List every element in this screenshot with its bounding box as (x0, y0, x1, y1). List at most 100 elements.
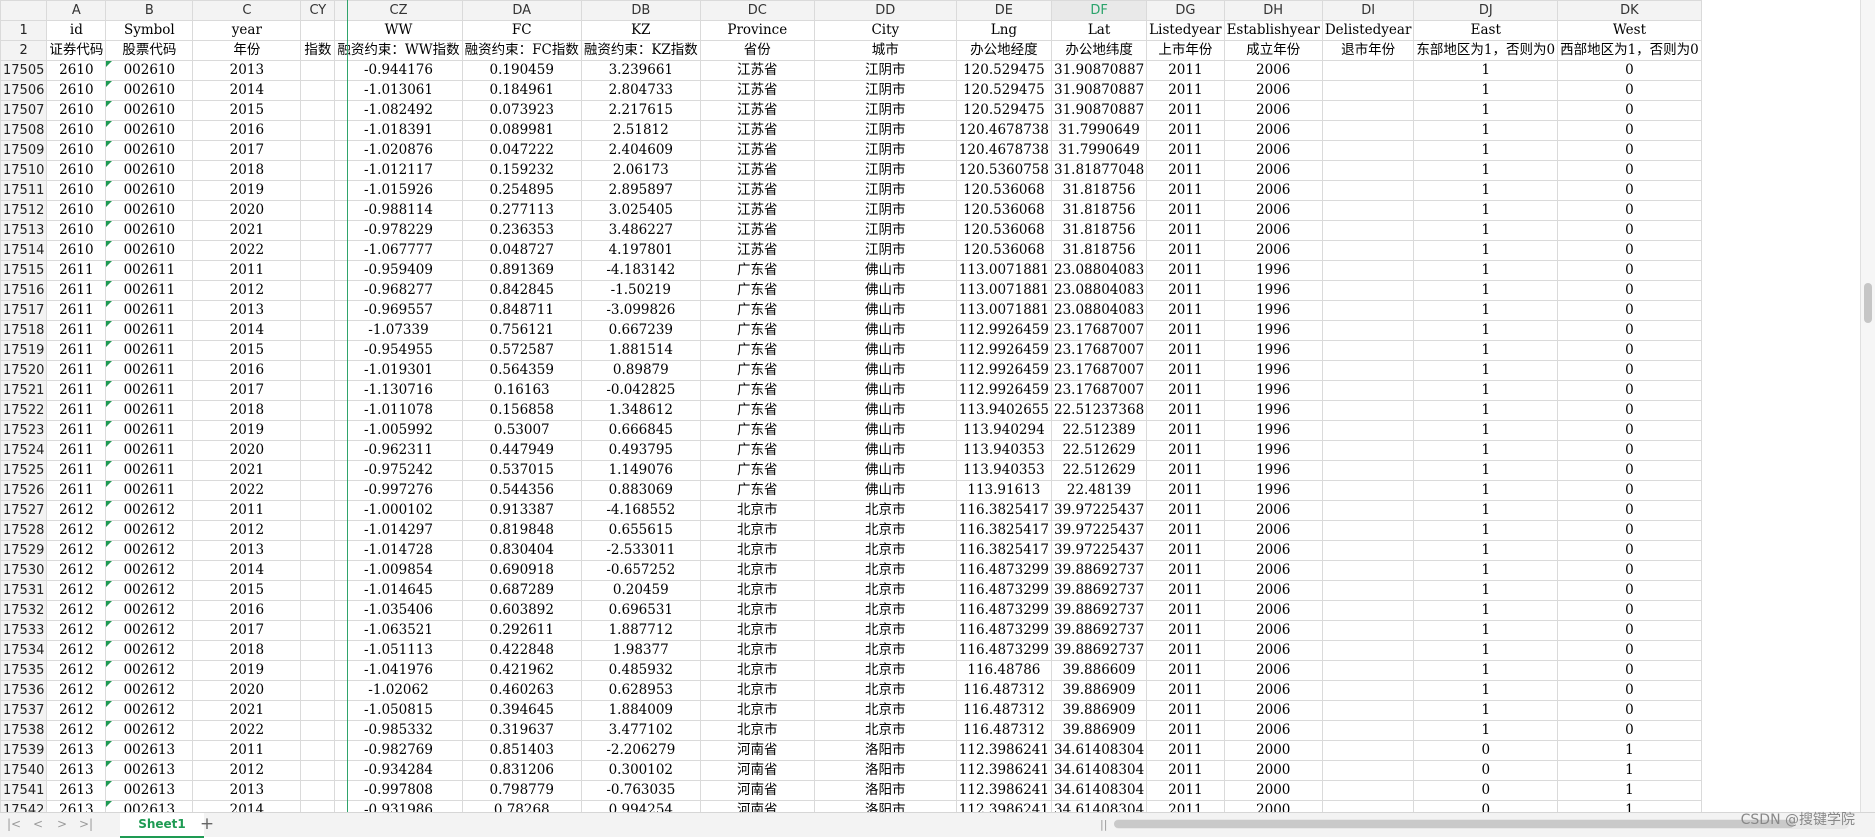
cell[interactable]: 0.572587 (461, 340, 582, 361)
cell[interactable] (1321, 620, 1415, 641)
column-header-dk[interactable]: DK (1557, 0, 1702, 21)
cell[interactable]: 江苏省 (699, 120, 815, 141)
cell[interactable]: 广东省 (699, 360, 815, 381)
cell[interactable]: 0 (1557, 620, 1702, 641)
cell[interactable]: 2014 (192, 320, 302, 341)
cell[interactable] (300, 400, 336, 421)
cell[interactable]: 22.51237368 (1050, 400, 1148, 421)
cell[interactable]: 江苏省 (699, 60, 815, 81)
cell[interactable] (1321, 360, 1415, 381)
row-number[interactable]: 17512 (0, 200, 48, 221)
cell[interactable]: 1 (1413, 480, 1559, 501)
cell[interactable]: 002610 (105, 120, 194, 141)
cell[interactable]: 2611 (46, 400, 107, 421)
cell[interactable]: -0.997808 (334, 780, 463, 801)
cell[interactable]: 23.08804083 (1050, 300, 1148, 321)
cell[interactable] (1321, 300, 1415, 321)
cell[interactable]: 2006 (1223, 220, 1323, 241)
cell[interactable]: 2006 (1223, 560, 1323, 581)
cell[interactable]: 江阴市 (813, 160, 957, 181)
header-cell[interactable]: 城市 (813, 40, 957, 61)
cell[interactable] (300, 780, 336, 801)
row-number[interactable]: 17536 (0, 680, 48, 701)
cell[interactable]: 广东省 (699, 420, 815, 441)
cell[interactable]: 0 (1557, 60, 1702, 81)
cell[interactable]: 2011 (1146, 300, 1225, 321)
cell[interactable]: 广东省 (699, 320, 815, 341)
cell[interactable] (300, 460, 336, 481)
cell[interactable]: 0.53007 (461, 420, 582, 441)
header-cell[interactable]: 融资约束：FC指数 (461, 40, 582, 61)
row-number[interactable]: 17515 (0, 260, 48, 281)
cell[interactable]: 2006 (1223, 680, 1323, 701)
row-number[interactable]: 17535 (0, 660, 48, 681)
row-number[interactable]: 17533 (0, 620, 48, 641)
cell[interactable] (300, 540, 336, 561)
cell[interactable]: 2011 (1146, 740, 1225, 761)
cell[interactable]: 佛山市 (813, 360, 957, 381)
cell[interactable]: 002610 (105, 60, 194, 81)
cell[interactable]: 2011 (1146, 400, 1225, 421)
header-cell[interactable]: Establishyear (1223, 20, 1323, 41)
cell[interactable]: 江阴市 (813, 240, 957, 261)
tab-splitter-icon[interactable]: || (1100, 817, 1107, 832)
cell[interactable]: 34.61408304 (1050, 760, 1148, 781)
cell[interactable]: 23.08804083 (1050, 280, 1148, 301)
cell[interactable]: 2015 (192, 100, 302, 121)
cell[interactable] (300, 560, 336, 581)
cell[interactable]: 2011 (1146, 480, 1225, 501)
cell[interactable]: 0.544356 (461, 480, 582, 501)
cell[interactable]: 北京市 (813, 500, 957, 521)
cell[interactable]: 002612 (105, 560, 194, 581)
cell[interactable]: 0.666845 (580, 420, 701, 441)
cell[interactable]: 2011 (1146, 680, 1225, 701)
cell[interactable]: -0.988114 (334, 200, 463, 221)
cell[interactable]: 2006 (1223, 500, 1323, 521)
cell[interactable] (1321, 660, 1415, 681)
cell[interactable]: -3.099826 (580, 300, 701, 321)
cell[interactable]: 0.292611 (461, 620, 582, 641)
cell[interactable]: 2011 (192, 260, 302, 281)
cell[interactable]: 0.254895 (461, 180, 582, 201)
cell[interactable] (300, 440, 336, 461)
cell[interactable] (300, 120, 336, 141)
cell[interactable] (300, 140, 336, 161)
cell[interactable]: 3.477102 (580, 720, 701, 741)
cell[interactable]: 佛山市 (813, 420, 957, 441)
cell[interactable]: -1.07339 (334, 320, 463, 341)
cell[interactable]: 2612 (46, 560, 107, 581)
cell[interactable]: -0.657252 (580, 560, 701, 581)
cell[interactable]: 0.690918 (461, 560, 582, 581)
cell[interactable]: 120.536068 (955, 180, 1052, 201)
cell[interactable]: 北京市 (699, 720, 815, 741)
cell[interactable]: 1 (1413, 700, 1559, 721)
cell[interactable]: 2011 (1146, 500, 1225, 521)
row-number[interactable]: 17541 (0, 780, 48, 801)
cell[interactable]: 2011 (1146, 780, 1225, 801)
cell[interactable]: 39.88692737 (1050, 640, 1148, 661)
cell[interactable]: 2612 (46, 720, 107, 741)
cell[interactable] (300, 480, 336, 501)
cell[interactable]: 2006 (1223, 240, 1323, 261)
cell[interactable]: 113.0071881 (955, 300, 1052, 321)
cell[interactable]: -0.997276 (334, 480, 463, 501)
cell[interactable]: 2022 (192, 480, 302, 501)
cell[interactable]: 0.422848 (461, 640, 582, 661)
cell[interactable]: 002611 (105, 480, 194, 501)
cell[interactable]: 2611 (46, 320, 107, 341)
cell[interactable]: 北京市 (699, 580, 815, 601)
select-all-corner[interactable] (0, 0, 48, 21)
cell[interactable]: 0 (1557, 520, 1702, 541)
cell[interactable]: 2011 (1146, 240, 1225, 261)
cell[interactable]: 0.89879 (580, 360, 701, 381)
cell[interactable]: 1996 (1223, 320, 1323, 341)
cell[interactable]: -1.018391 (334, 120, 463, 141)
cell[interactable]: 佛山市 (813, 340, 957, 361)
cell[interactable] (1321, 160, 1415, 181)
cell[interactable]: 北京市 (699, 560, 815, 581)
cell[interactable]: 1 (1413, 540, 1559, 561)
cell[interactable]: 2610 (46, 140, 107, 161)
cell[interactable]: 2613 (46, 760, 107, 781)
column-header-c[interactable]: C (192, 0, 302, 21)
cell[interactable]: 2.804733 (580, 80, 701, 101)
